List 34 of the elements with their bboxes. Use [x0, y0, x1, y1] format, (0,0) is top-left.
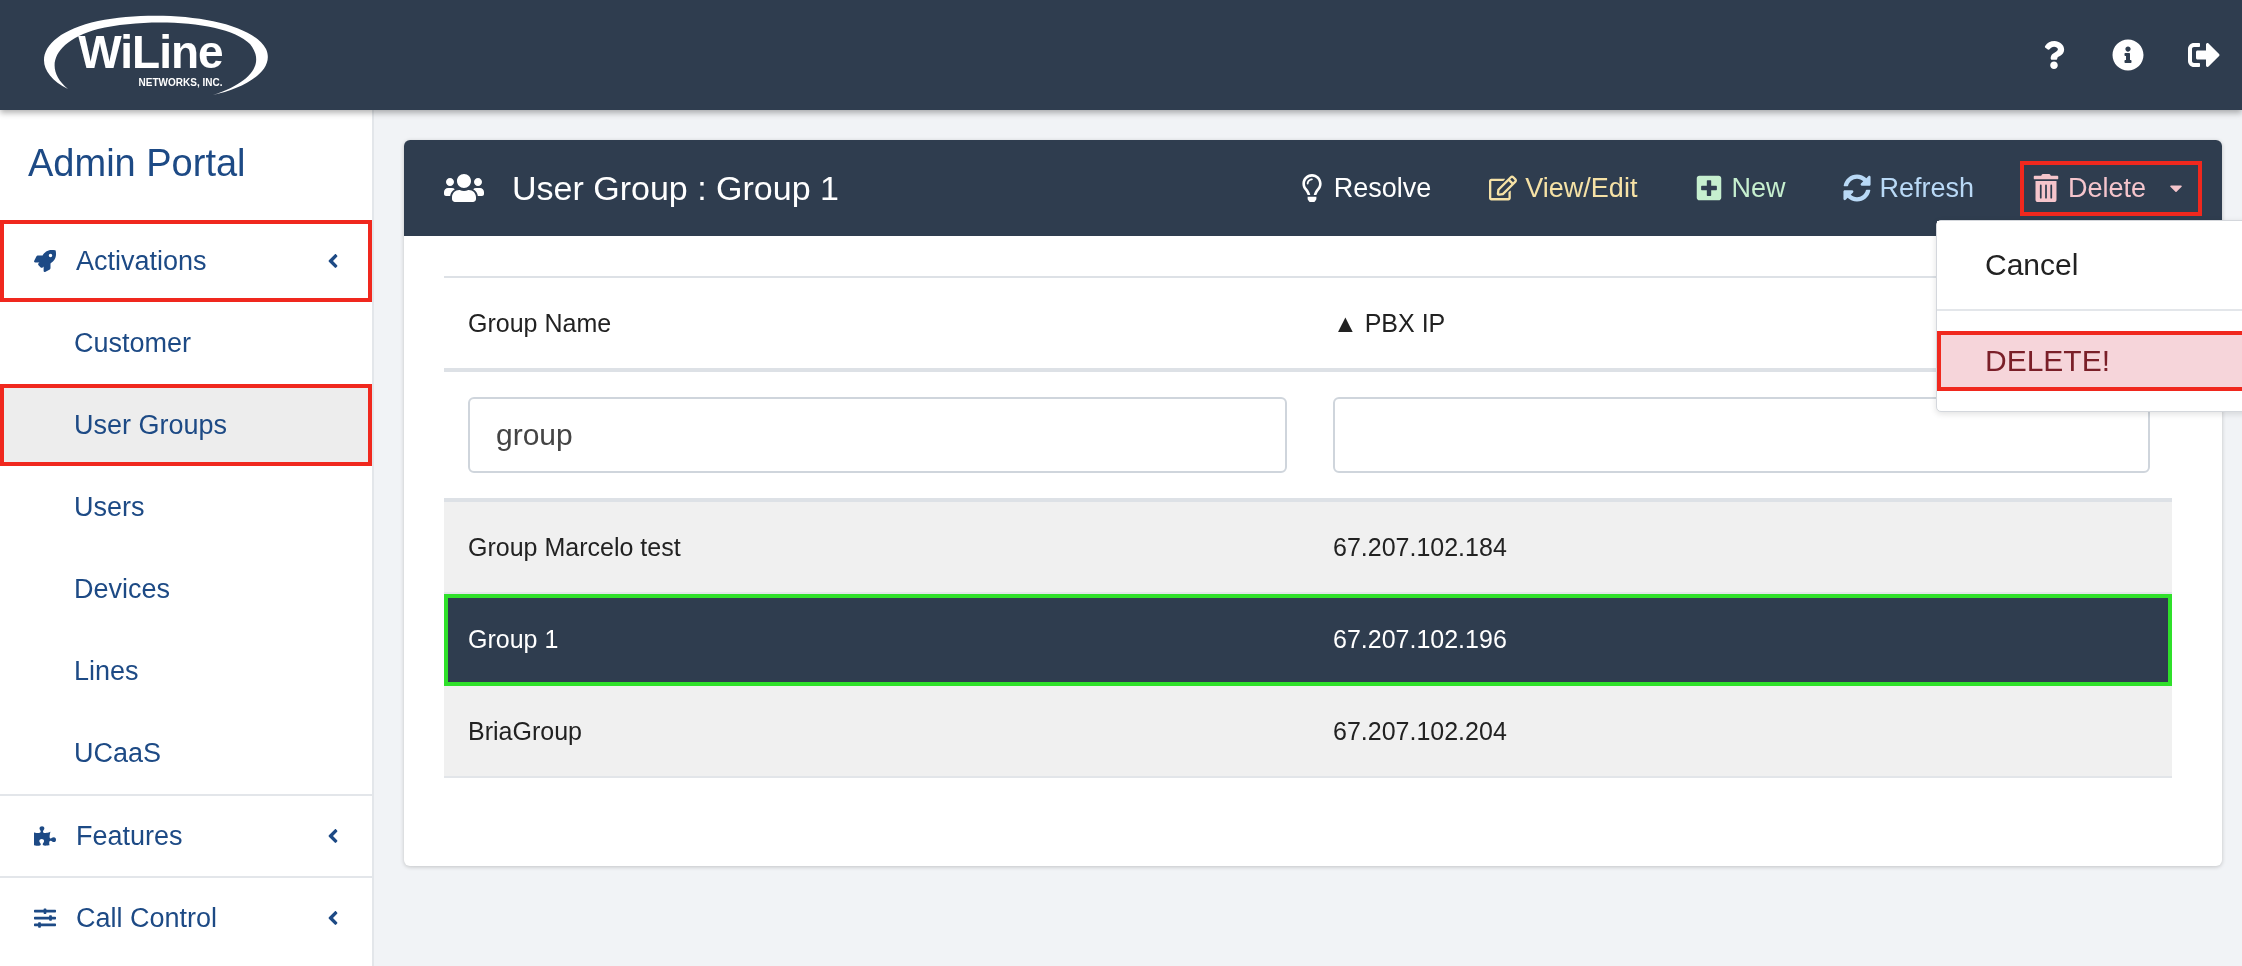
table-cell-text: 67.207.102.204	[1332, 715, 1508, 747]
trash-icon	[2031, 174, 2060, 202]
panel-title: User Group : Group 1	[512, 168, 840, 208]
menu-item[interactable]: DELETE!	[1937, 330, 2242, 391]
refresh-button[interactable]: Refresh	[1831, 160, 1990, 216]
table-cell-text: BriaGroup	[467, 715, 583, 747]
menu-item[interactable]: Cancel	[1937, 220, 2242, 309]
table-cell-text: 67.207.102.196	[1332, 623, 1508, 655]
puzzle-icon	[34, 825, 56, 847]
resolve-button[interactable]: Resolve	[1285, 160, 1448, 216]
column-header[interactable]: ▲ PBX IP	[1333, 308, 1446, 338]
edit-button[interactable]: View/Edit	[1477, 160, 1654, 216]
filter-field[interactable]: group	[468, 397, 1287, 473]
new-button[interactable]: New	[1683, 160, 1802, 216]
table-cell-text: 67.207.102.184	[1332, 531, 1508, 563]
info-button[interactable]	[2112, 39, 2144, 71]
nav-section[interactable]: Activations	[0, 220, 372, 302]
portal-title: Admin Portal	[27, 141, 247, 186]
logo-tagline: NETWORKS, INC.	[138, 76, 223, 88]
table-row[interactable]: Group Marcelo test 67.207.102.184	[444, 502, 2172, 594]
plus-icon	[1695, 174, 1724, 202]
logo-name: WiLine	[78, 28, 223, 75]
table-row[interactable]: BriaGroup 67.207.102.204	[444, 686, 2172, 778]
delete-button[interactable]: Delete	[2019, 160, 2202, 216]
column-header[interactable]: Group Name	[468, 308, 612, 338]
rocket-icon	[34, 250, 56, 272]
nav-item[interactable]: User Groups	[0, 384, 372, 466]
edit-icon	[1489, 174, 1518, 202]
refresh-icon	[1843, 174, 1872, 202]
table-cell-text: Group Marcelo test	[467, 531, 682, 563]
sliders-icon	[34, 907, 56, 929]
filter-field[interactable]	[1333, 397, 2150, 473]
table-cell-text: Group 1	[467, 623, 560, 655]
table-row[interactable]: Group 1 67.207.102.196	[444, 594, 2172, 686]
